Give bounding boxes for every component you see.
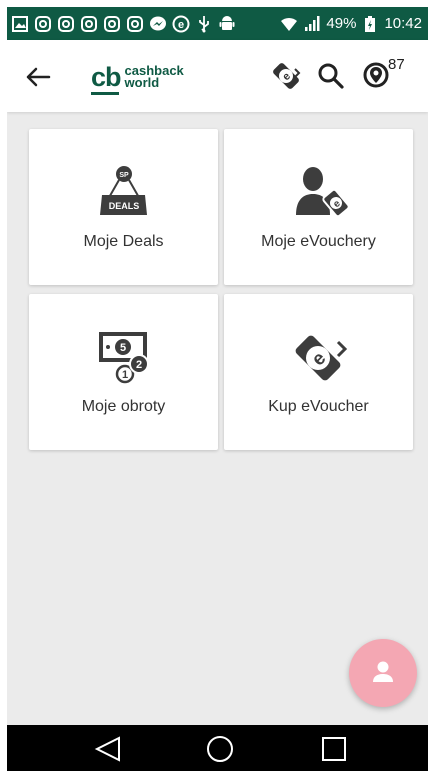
status-bar-system: 49% 10:42 [280, 15, 422, 33]
person-icon [373, 661, 393, 682]
phone-screen: e 49% 10:42 cb cashback world e 87 SP DE… [7, 7, 428, 771]
svg-text:e: e [178, 19, 184, 31]
nav-home-icon[interactable] [205, 734, 235, 764]
money-turnover-icon: 5 1 2 [98, 332, 149, 384]
instagram-icon [104, 15, 120, 32]
instagram-icon [35, 15, 51, 32]
svg-text:1: 1 [121, 369, 127, 381]
card-label: Moje eVouchery [261, 233, 376, 250]
evoucher-icon[interactable]: e [269, 59, 303, 93]
deals-tag-text: SP [119, 172, 129, 179]
svg-text:2: 2 [135, 359, 141, 371]
clock: 10:42 [384, 15, 422, 32]
search-icon[interactable] [317, 62, 345, 90]
battery-icon [365, 15, 376, 32]
battery-percent: 49% [326, 15, 357, 32]
deals-sign-text: DEALS [108, 201, 139, 211]
back-arrow-icon[interactable] [25, 64, 51, 90]
logo-wordmark: cashback world [124, 64, 184, 90]
cashback-world-logo: cb cashback world [91, 60, 184, 94]
card-moje-evouchery[interactable]: e Moje eVouchery [224, 129, 413, 285]
card-label: Kup eVoucher [268, 398, 369, 415]
user-evoucher-icon: e [295, 167, 350, 218]
status-bar-notifications: e [11, 15, 236, 33]
usb-icon [199, 15, 209, 32]
nav-recent-apps-icon[interactable] [320, 735, 348, 763]
card-label: Moje obroty [81, 398, 166, 415]
card-moje-obroty[interactable]: 5 1 2 Moje obroty [29, 294, 218, 450]
messenger-icon [150, 16, 166, 30]
logo-mark: cb [91, 61, 121, 92]
app-bar: cb cashback world e 87 [7, 40, 428, 112]
location-count-badge: 87 [388, 56, 405, 73]
card-kup-evoucher[interactable]: e Kup eVoucher [224, 294, 413, 450]
logo-line-world: world [124, 75, 160, 90]
image-icon [12, 15, 28, 32]
instagram-icon [81, 15, 97, 32]
signal-icon [305, 15, 320, 31]
card-label: Moje Deals [83, 233, 164, 250]
instagram-icon [58, 15, 74, 32]
evoucher-phone-icon: e [295, 335, 347, 381]
logo-underline [91, 92, 119, 95]
contact-fab-button[interactable] [349, 639, 417, 707]
android-nav-bar [7, 725, 428, 771]
status-bar: e 49% 10:42 [7, 7, 428, 40]
e-icon: e [172, 15, 190, 32]
deals-tag-icon: SP DEALS [99, 166, 147, 215]
svg-text:5: 5 [119, 342, 125, 354]
android-icon [219, 15, 235, 30]
card-moje-deals[interactable]: SP DEALS Moje Deals [29, 129, 218, 285]
instagram-icon [127, 15, 143, 32]
wifi-icon [281, 17, 298, 31]
nav-back-icon[interactable] [93, 735, 123, 763]
